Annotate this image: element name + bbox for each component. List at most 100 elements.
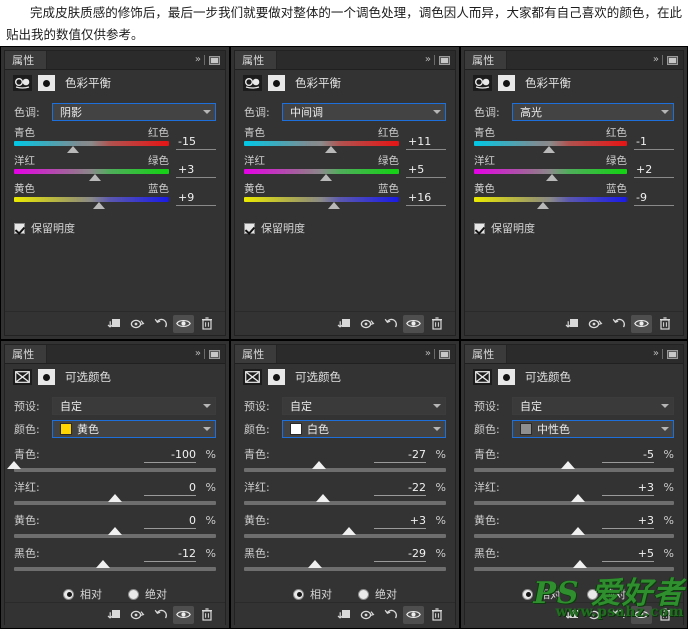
clip-to-layer-button[interactable] <box>104 606 125 624</box>
toggle-visibility-button[interactable] <box>631 314 652 333</box>
preserve-luminosity-checkbox[interactable] <box>244 222 255 234</box>
slider-thumb[interactable] <box>108 494 122 502</box>
reset-button[interactable] <box>150 606 171 624</box>
slider-thumb[interactable] <box>324 146 337 153</box>
slider-track[interactable] <box>244 461 446 472</box>
slider-track[interactable] <box>14 169 169 181</box>
layer-mask-icon[interactable] <box>38 75 55 91</box>
slider-track[interactable] <box>14 560 216 571</box>
chevron-double-right-icon[interactable]: » <box>425 349 431 359</box>
slider-thumb[interactable] <box>571 527 585 535</box>
slider-value[interactable]: -15 <box>176 127 216 150</box>
slider-track[interactable] <box>244 169 399 181</box>
slider-value[interactable]: -1 <box>634 127 674 150</box>
slider-thumb[interactable] <box>542 146 555 153</box>
method-radio-relative[interactable]: 相对 <box>293 586 332 602</box>
view-previous-state-button[interactable] <box>127 606 148 624</box>
chevron-double-right-icon[interactable]: » <box>425 55 431 65</box>
delete-adjustment-button[interactable] <box>426 606 447 624</box>
reset-button[interactable] <box>150 315 171 333</box>
view-previous-state-button[interactable] <box>585 315 606 333</box>
method-radio-relative[interactable]: 相对 <box>522 586 561 602</box>
slider-thumb[interactable] <box>315 494 330 502</box>
panel-tab[interactable]: 属性 <box>465 345 507 363</box>
tone-select[interactable]: 中间调 <box>282 103 446 121</box>
method-radio-absolute-input[interactable] <box>128 588 139 600</box>
slider-value[interactable]: -22 <box>374 481 426 496</box>
chevron-double-right-icon[interactable]: » <box>653 55 659 65</box>
preset-select[interactable]: 自定 <box>512 397 674 415</box>
slider-track[interactable] <box>244 141 399 153</box>
slider-track[interactable] <box>14 494 216 505</box>
slider-thumb[interactable] <box>573 560 587 568</box>
slider-track[interactable] <box>474 461 674 472</box>
slider-thumb[interactable] <box>327 202 340 209</box>
slider-value[interactable]: -12 <box>144 547 196 562</box>
tone-select[interactable]: 阴影 <box>52 103 216 121</box>
slider-thumb[interactable] <box>546 174 559 181</box>
reset-button[interactable] <box>608 315 629 333</box>
slider-value[interactable]: -5 <box>602 448 654 463</box>
chevron-double-right-icon[interactable]: » <box>195 55 201 65</box>
slider-thumb[interactable] <box>7 461 21 469</box>
slider-value[interactable]: +3 <box>602 514 654 529</box>
slider-thumb[interactable] <box>95 560 110 568</box>
clip-to-layer-button[interactable] <box>562 606 583 624</box>
method-radio-absolute-input[interactable] <box>358 588 369 600</box>
clip-to-layer-button[interactable] <box>562 315 583 333</box>
slider-track[interactable] <box>14 527 216 538</box>
slider-value[interactable]: 0 <box>144 514 196 529</box>
slider-value[interactable]: +9 <box>176 183 216 206</box>
slider-thumb[interactable] <box>561 461 575 469</box>
slider-track[interactable] <box>474 494 674 505</box>
slider-value[interactable]: +3 <box>602 481 654 496</box>
slider-track[interactable] <box>7 461 216 472</box>
slider-value[interactable]: +11 <box>406 127 446 150</box>
method-radio-relative[interactable]: 相对 <box>63 586 102 602</box>
preserve-luminosity-row[interactable]: 保留明度 <box>244 220 446 236</box>
toggle-visibility-button[interactable] <box>173 314 194 333</box>
preset-select[interactable]: 自定 <box>52 397 216 415</box>
layer-mask-icon[interactable] <box>498 369 515 385</box>
delete-adjustment-button[interactable] <box>196 315 217 333</box>
view-previous-state-button[interactable] <box>357 606 378 624</box>
method-radio-absolute[interactable]: 绝对 <box>128 586 167 602</box>
panel-menu-icon[interactable] <box>209 349 220 359</box>
slider-thumb[interactable] <box>93 202 106 209</box>
toggle-visibility-button[interactable] <box>403 314 424 333</box>
chevron-double-right-icon[interactable]: » <box>653 349 659 359</box>
slider-thumb[interactable] <box>320 174 333 181</box>
method-radio-absolute[interactable]: 绝对 <box>587 586 626 602</box>
delete-adjustment-button[interactable] <box>196 606 217 624</box>
clip-to-layer-button[interactable] <box>104 315 125 333</box>
layer-mask-icon[interactable] <box>498 75 515 91</box>
reset-button[interactable] <box>608 606 629 624</box>
delete-adjustment-button[interactable] <box>654 315 675 333</box>
panel-tab[interactable]: 属性 <box>235 345 277 363</box>
preserve-luminosity-row[interactable]: 保留明度 <box>474 220 674 236</box>
slider-track[interactable] <box>474 141 627 153</box>
slider-value[interactable]: -100 <box>144 448 196 463</box>
layer-mask-icon[interactable] <box>268 369 285 385</box>
slider-value[interactable]: -9 <box>634 183 674 206</box>
color-select[interactable]: 白色 <box>282 420 446 438</box>
panel-tab[interactable]: 属性 <box>5 51 47 69</box>
slider-track[interactable] <box>474 169 627 181</box>
view-previous-state-button[interactable] <box>585 606 606 624</box>
slider-thumb[interactable] <box>342 527 357 535</box>
delete-adjustment-button[interactable] <box>654 606 675 624</box>
slider-track[interactable] <box>14 141 169 153</box>
slider-track[interactable] <box>244 560 446 571</box>
preserve-luminosity-checkbox[interactable] <box>14 222 25 234</box>
panel-tab[interactable]: 属性 <box>465 51 507 69</box>
slider-value[interactable]: +2 <box>634 155 674 178</box>
method-radio-absolute[interactable]: 绝对 <box>358 586 397 602</box>
delete-adjustment-button[interactable] <box>426 315 447 333</box>
slider-thumb[interactable] <box>571 494 585 502</box>
method-radio-relative-input[interactable] <box>293 588 304 600</box>
slider-value[interactable]: +3 <box>176 155 216 178</box>
clip-to-layer-button[interactable] <box>334 315 355 333</box>
slider-value[interactable]: -27 <box>374 448 426 463</box>
panel-tab[interactable]: 属性 <box>235 51 277 69</box>
chevron-double-right-icon[interactable]: » <box>195 349 201 359</box>
